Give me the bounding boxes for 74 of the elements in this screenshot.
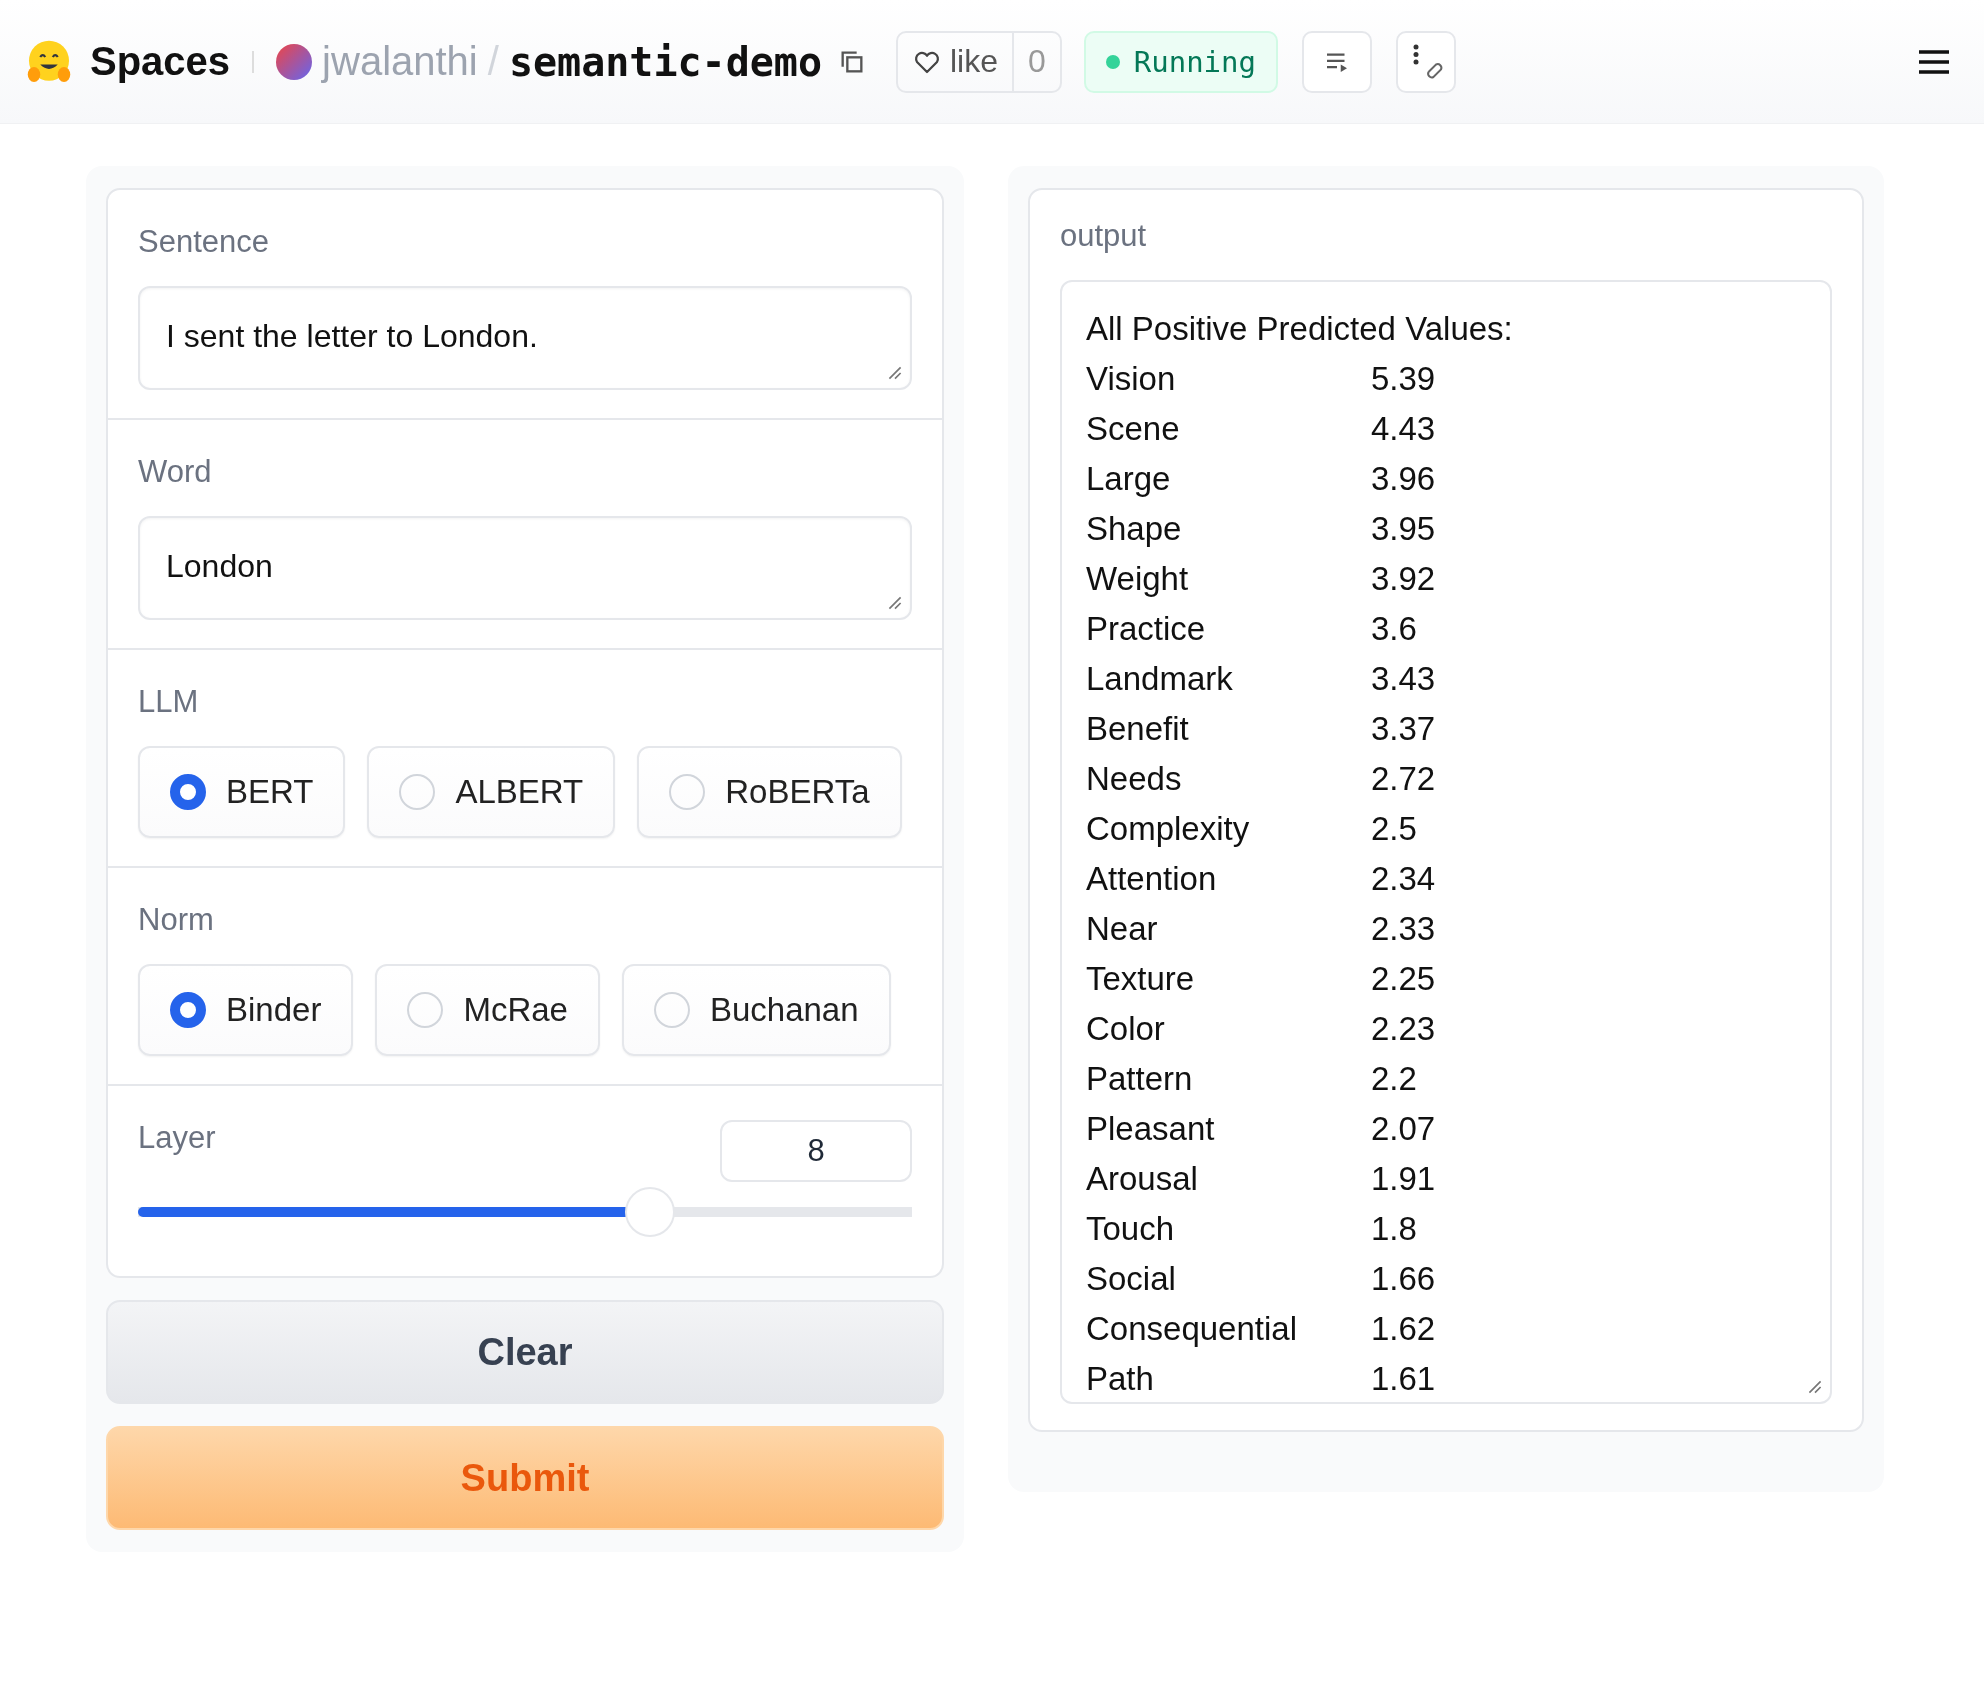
- feature-name: Vision: [1086, 359, 1177, 399]
- feature-name: Weight: [1086, 559, 1190, 599]
- avatar-icon: [276, 43, 313, 80]
- feature-value: 3.6: [1371, 609, 1418, 649]
- feature-name: Pleasant: [1086, 1109, 1216, 1149]
- output-heading: All Positive Predicted Values:: [1086, 309, 1514, 349]
- feature-name: Texture: [1086, 959, 1196, 999]
- feature-name: Practice: [1086, 609, 1207, 649]
- feature-name: Attention: [1086, 859, 1218, 899]
- radio-option[interactable]: Binder: [138, 964, 354, 1056]
- feature-value: 3.92: [1371, 559, 1437, 599]
- word-field[interactable]: London: [138, 516, 912, 620]
- slider-handle[interactable]: [624, 1187, 675, 1237]
- path-separator: /: [487, 39, 499, 84]
- feature-name: Consequential: [1086, 1309, 1298, 1349]
- field-label: LLM: [138, 684, 200, 720]
- field-label: Word: [138, 454, 213, 490]
- resize-grip-icon[interactable]: [1808, 1380, 1822, 1394]
- feature-value: 1.66: [1371, 1259, 1437, 1299]
- more-button[interactable]: [1396, 30, 1456, 93]
- feature-value: 1.91: [1371, 1159, 1437, 1199]
- feature-name: Shape: [1086, 509, 1183, 549]
- field-label: Sentence: [138, 224, 270, 260]
- feature-value: 1.8: [1371, 1209, 1418, 1249]
- feature-name: Large: [1086, 459, 1172, 499]
- feature-name: Needs: [1086, 759, 1183, 799]
- feature-name: Scene: [1086, 409, 1181, 449]
- radio-option[interactable]: RoBERTa: [637, 746, 902, 838]
- feature-name: Arousal: [1086, 1159, 1199, 1199]
- feature-value: 2.33: [1371, 909, 1437, 949]
- field-label: Layer: [138, 1120, 216, 1156]
- radio-option[interactable]: BERT: [138, 746, 346, 838]
- resize-grip-icon[interactable]: [888, 596, 902, 610]
- feature-value: 2.25: [1371, 959, 1437, 999]
- feature-value: 4.43: [1371, 409, 1437, 449]
- feature-value: 2.34: [1371, 859, 1437, 899]
- running-status-badge[interactable]: Running: [1083, 30, 1278, 93]
- feature-value: 2.07: [1371, 1109, 1437, 1149]
- feature-name: Benefit: [1086, 709, 1190, 749]
- feature-name: Near: [1086, 909, 1159, 949]
- feature-value: 3.43: [1371, 659, 1437, 699]
- feature-name: Color: [1086, 1009, 1166, 1049]
- radio-option[interactable]: McRae: [375, 964, 600, 1056]
- feature-value: 3.95: [1371, 509, 1437, 549]
- field-label: Norm: [138, 902, 215, 938]
- resize-grip-icon[interactable]: [888, 366, 902, 380]
- radio-option[interactable]: Buchanan: [621, 964, 891, 1056]
- radio-option[interactable]: ALBERT: [367, 746, 616, 838]
- feature-value: 5.39: [1371, 359, 1437, 399]
- feature-name: Touch: [1086, 1209, 1176, 1249]
- feature-name: Landmark: [1086, 659, 1234, 699]
- layer-number-field[interactable]: 8: [720, 1120, 912, 1182]
- status-dot-icon: [1105, 54, 1120, 69]
- field-label: output: [1060, 218, 1148, 254]
- feature-value: 2.5: [1371, 809, 1418, 849]
- like-count: 0: [1012, 32, 1060, 91]
- feature-value: 2.2: [1371, 1059, 1418, 1099]
- feature-name: Path: [1086, 1359, 1155, 1399]
- feature-name: Complexity: [1086, 809, 1251, 849]
- like-button[interactable]: like 0: [895, 30, 1062, 93]
- feature-name: Social: [1086, 1259, 1177, 1299]
- logs-button[interactable]: [1302, 30, 1372, 93]
- sentence-field[interactable]: I sent the letter to London.: [138, 286, 912, 390]
- feature-value: 3.96: [1371, 459, 1437, 499]
- like-label: like: [949, 43, 998, 80]
- feature-name: Pattern: [1086, 1059, 1194, 1099]
- feature-value: 1.62: [1371, 1309, 1437, 1349]
- feature-value: 2.72: [1371, 759, 1437, 799]
- feature-value: 1.61: [1371, 1359, 1437, 1399]
- clear-button[interactable]: Clear: [106, 1300, 944, 1404]
- feature-value: 2.23: [1371, 1009, 1437, 1049]
- repo-link[interactable]: semantic-demo: [508, 38, 822, 85]
- feature-value: 3.37: [1371, 709, 1437, 749]
- spaces-link[interactable]: Spaces: [90, 39, 231, 84]
